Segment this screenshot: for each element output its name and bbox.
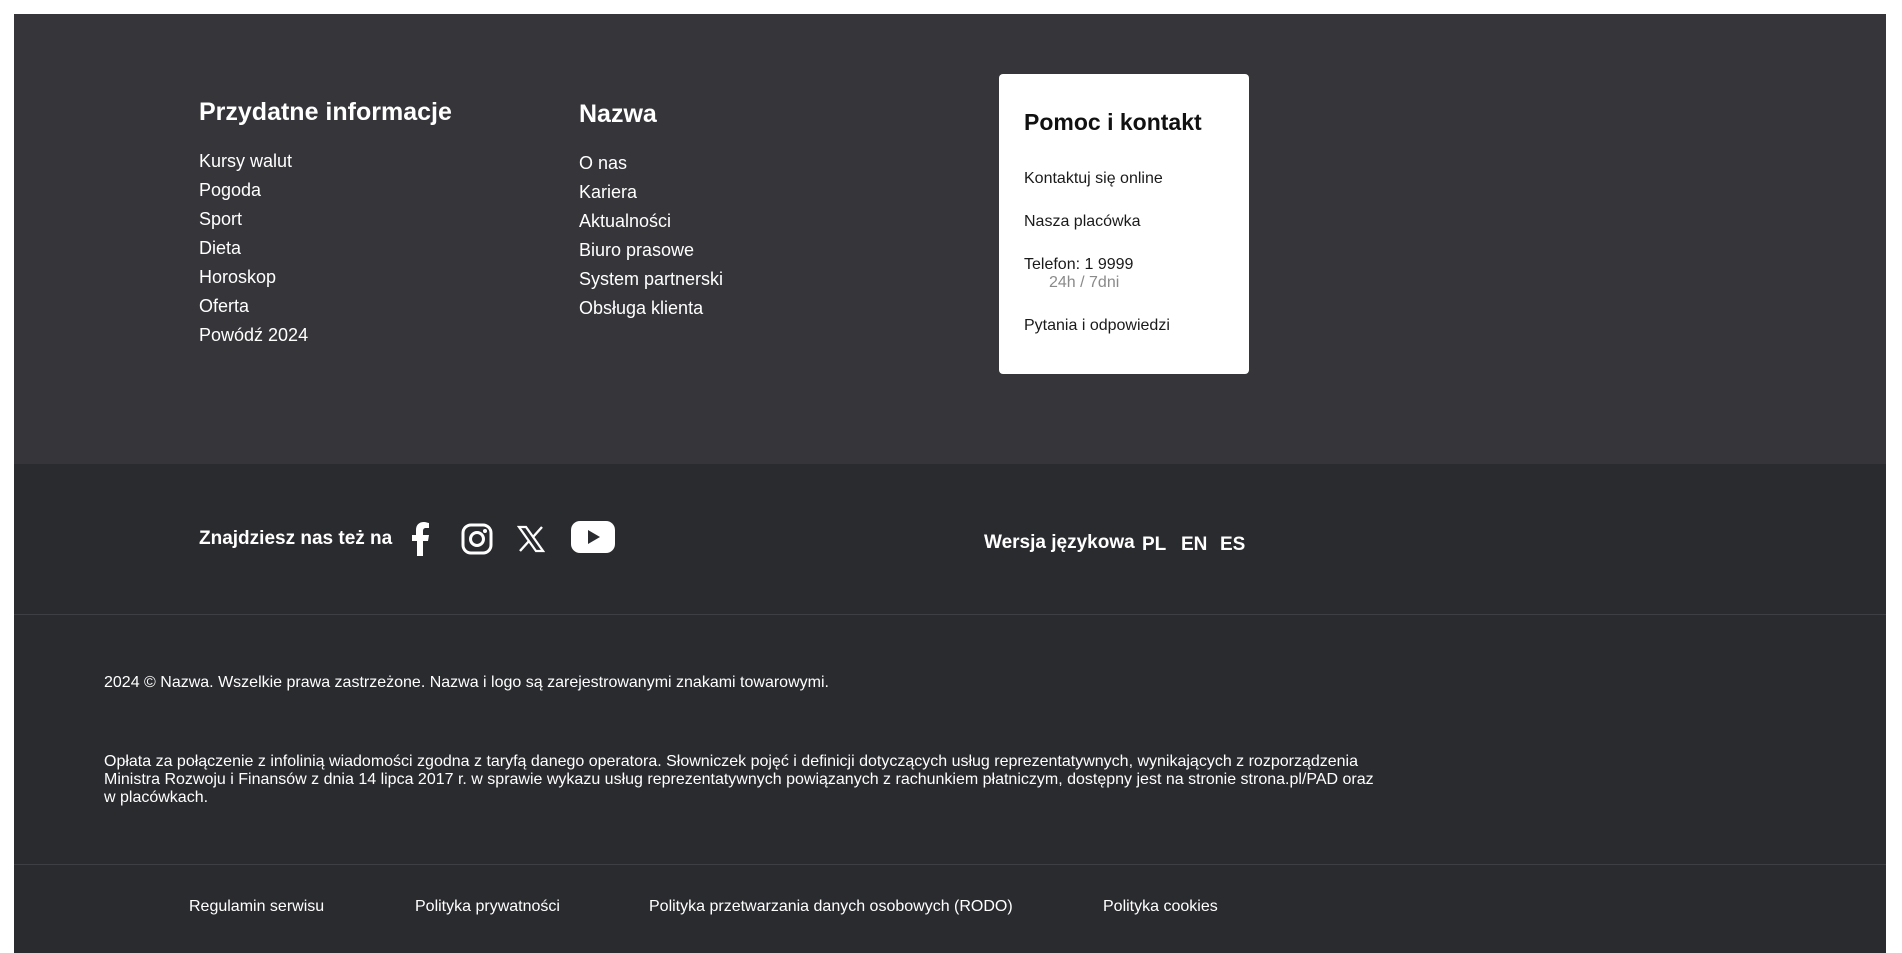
copyright-text: 2024 © Nazwa. Wszelkie prawa zastrzeżone… (104, 674, 829, 691)
disclaimer-text: Opłata za połączenie z infolinią wiadomo… (104, 753, 1374, 806)
cookies-policy-link[interactable]: Polityka cookies (1103, 898, 1218, 916)
useful-info-link[interactable]: Pogoda (199, 176, 452, 205)
contact-online-link[interactable]: Kontaktuj się online (1024, 170, 1163, 188)
privacy-policy-link[interactable]: Polityka prywatności (415, 898, 560, 916)
useful-info-link[interactable]: Kursy walut (199, 147, 452, 176)
useful-info-link[interactable]: Dieta (199, 234, 452, 263)
useful-info-list: Kursy walut Pogoda Sport Dieta Horoskop … (199, 147, 452, 350)
youtube-icon[interactable] (571, 521, 615, 558)
x-icon[interactable] (516, 525, 546, 558)
language-option-pl[interactable]: PL (1142, 534, 1166, 556)
company-link[interactable]: Aktualności (579, 207, 723, 236)
company-heading: Nazwa (579, 100, 657, 128)
useful-info-link[interactable]: Powódź 2024 (199, 321, 452, 350)
contact-heading: Pomoc i kontakt (1024, 109, 1202, 135)
rodo-policy-link[interactable]: Polityka przetwarzania danych osobowych … (649, 898, 1013, 916)
useful-info-link[interactable]: Horoskop (199, 263, 452, 292)
facebook-icon[interactable] (409, 522, 431, 561)
language-option-es[interactable]: ES (1220, 534, 1245, 556)
site-footer: Przydatne informacje Kursy walut Pogoda … (14, 14, 1886, 953)
faq-link[interactable]: Pytania i odpowiedzi (1024, 317, 1170, 335)
useful-info-heading: Przydatne informacje (199, 98, 452, 126)
phone-link[interactable]: Telefon: 1 9999 (1024, 256, 1133, 274)
branch-link[interactable]: Nasza placówka (1024, 213, 1141, 231)
language-option-en[interactable]: EN (1181, 534, 1207, 556)
company-link[interactable]: Obsługa klienta (579, 294, 723, 323)
legal-section (14, 615, 1886, 865)
company-link[interactable]: O nas (579, 149, 723, 178)
useful-info-link[interactable]: Oferta (199, 292, 452, 321)
social-label: Znajdziesz nas też na (199, 528, 393, 549)
terms-link[interactable]: Regulamin serwisu (189, 898, 324, 916)
instagram-icon[interactable] (461, 523, 493, 560)
company-link[interactable]: Kariera (579, 178, 723, 207)
company-link[interactable]: System partnerski (579, 265, 723, 294)
phone-hours: 24h / 7dni (1049, 274, 1120, 291)
language-label: Wersja językowa (984, 532, 1135, 553)
contact-card: Pomoc i kontakt Kontaktuj się online Nas… (999, 74, 1249, 374)
useful-info-link[interactable]: Sport (199, 205, 452, 234)
useful-info-column: Przydatne informacje Kursy walut Pogoda … (199, 98, 452, 350)
company-list: O nas Kariera Aktualności Biuro prasowe … (579, 149, 723, 323)
company-link[interactable]: Biuro prasowe (579, 236, 723, 265)
company-column: Nazwa O nas Kariera Aktualności Biuro pr… (579, 100, 723, 323)
